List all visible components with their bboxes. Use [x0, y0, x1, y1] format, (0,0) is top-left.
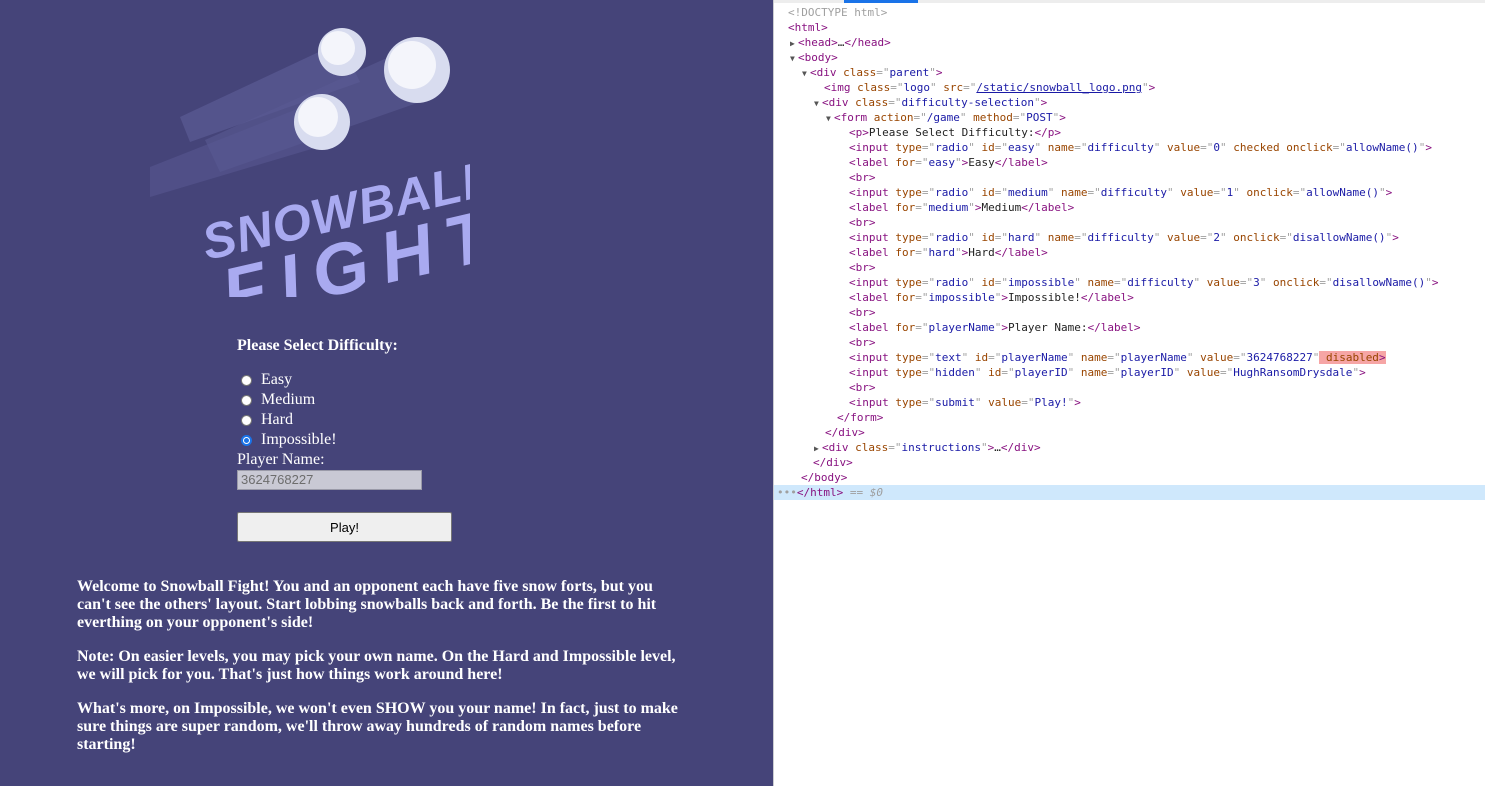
dom-html-close-selected[interactable]: •••</html> == $0 [774, 485, 1485, 500]
collapse-triangle-icon[interactable]: ▼ [802, 66, 810, 81]
difficulty-prompt: Please Select Difficulty: [237, 337, 398, 354]
more-ellipsis-icon[interactable]: ••• [777, 486, 797, 499]
dom-div-close[interactable]: </div> [774, 455, 1485, 470]
dom-br[interactable]: <br> [774, 260, 1485, 275]
dom-body-open[interactable]: ▼ <body> [774, 50, 1485, 65]
impossible-radio[interactable] [241, 434, 252, 446]
dom-input-hard[interactable]: <input type="radio" id="hard" name="diff… [774, 230, 1485, 245]
collapse-triangle-icon[interactable]: ▼ [814, 96, 822, 111]
logo-graphic: SNOWBALL FIGHT [150, 28, 470, 297]
dom-input-playername[interactable]: <input type="text" id="playerName" name=… [774, 350, 1485, 365]
easy-radio[interactable] [241, 374, 252, 386]
difficulty-option-impossible[interactable]: Impossible! [241, 431, 337, 449]
difficulty-option-easy[interactable]: Easy [241, 371, 292, 389]
medium-radio[interactable] [241, 394, 252, 406]
expand-triangle-icon[interactable]: ▶ [790, 36, 798, 51]
devtools-active-tab-indicator [844, 0, 918, 3]
instructions-note: Note: On easier levels, you may pick you… [77, 648, 676, 683]
player-name-input: 3624768227 [237, 470, 422, 490]
dom-label-hard[interactable]: <label for="hard">Hard</label> [774, 245, 1485, 260]
instructions-welcome: Welcome to Snowball Fight! You and an op… [77, 578, 657, 631]
dom-br[interactable]: <br> [774, 335, 1485, 350]
snowball-fight-logo: SNOWBALL FIGHT [150, 22, 470, 297]
easy-label[interactable]: Easy [261, 371, 292, 389]
dom-head[interactable]: ▶ <head>…</head> [774, 35, 1485, 50]
game-page: SNOWBALL FIGHT Please Select Difficulty:… [0, 0, 773, 786]
dom-br[interactable]: <br> [774, 215, 1485, 230]
impossible-label[interactable]: Impossible! [261, 431, 337, 449]
expand-triangle-icon[interactable]: ▶ [814, 441, 822, 456]
dom-html-open[interactable]: <html> [774, 20, 1485, 35]
collapse-triangle-icon[interactable]: ▼ [790, 51, 798, 66]
player-name-label: Player Name: [237, 451, 325, 468]
dom-label-easy[interactable]: <label for="easy">Easy</label> [774, 155, 1485, 170]
dom-input-submit[interactable]: <input type="submit" value="Play!"> [774, 395, 1485, 410]
dom-p[interactable]: <p>Please Select Difficulty:</p> [774, 125, 1485, 140]
dom-div-close[interactable]: </div> [774, 425, 1485, 440]
logo-src-link[interactable]: /static/snowball_logo.png [976, 81, 1142, 94]
instructions-impossible: What's more, on Impossible, we won't eve… [77, 700, 678, 753]
dom-div-difficulty[interactable]: ▼ <div class="difficulty-selection"> [774, 95, 1485, 110]
dom-label-medium[interactable]: <label for="medium">Medium</label> [774, 200, 1485, 215]
dom-input-playerid[interactable]: <input type="hidden" id="playerID" name=… [774, 365, 1485, 380]
dom-br[interactable]: <br> [774, 170, 1485, 185]
dom-input-impossible[interactable]: <input type="radio" id="impossible" name… [774, 275, 1485, 290]
dom-input-easy[interactable]: <input type="radio" id="easy" name="diff… [774, 140, 1485, 155]
dom-body-close[interactable]: </body> [774, 470, 1485, 485]
disabled-attribute-highlight[interactable]: disabled> [1319, 351, 1386, 364]
dom-doctype[interactable]: <!DOCTYPE html> [774, 5, 1485, 20]
instructions: Welcome to Snowball Fight! You and an op… [77, 578, 681, 770]
dom-input-medium[interactable]: <input type="radio" id="medium" name="di… [774, 185, 1485, 200]
medium-label[interactable]: Medium [261, 391, 315, 409]
dom-img-logo[interactable]: <img class="logo" src="/static/snowball_… [774, 80, 1485, 95]
collapse-triangle-icon[interactable]: ▼ [826, 111, 834, 126]
difficulty-option-medium[interactable]: Medium [241, 391, 315, 409]
hard-label[interactable]: Hard [261, 411, 293, 429]
dom-div-parent[interactable]: ▼ <div class="parent"> [774, 65, 1485, 80]
dom-label-impossible[interactable]: <label for="impossible">Impossible!</lab… [774, 290, 1485, 305]
dom-form[interactable]: ▼ <form action="/game" method="POST"> [774, 110, 1485, 125]
dom-br[interactable]: <br> [774, 380, 1485, 395]
dom-div-instructions[interactable]: ▶ <div class="instructions">…</div> [774, 440, 1485, 455]
dom-form-close[interactable]: </form> [774, 410, 1485, 425]
dom-br[interactable]: <br> [774, 305, 1485, 320]
devtools-elements-panel: <!DOCTYPE html> <html> ▶ <head>…</head> ▼… [773, 0, 1485, 786]
difficulty-option-hard[interactable]: Hard [241, 411, 293, 429]
hard-radio[interactable] [241, 414, 252, 426]
dom-label-playername[interactable]: <label for="playerName">Player Name:</la… [774, 320, 1485, 335]
play-button[interactable]: Play! [237, 512, 452, 542]
